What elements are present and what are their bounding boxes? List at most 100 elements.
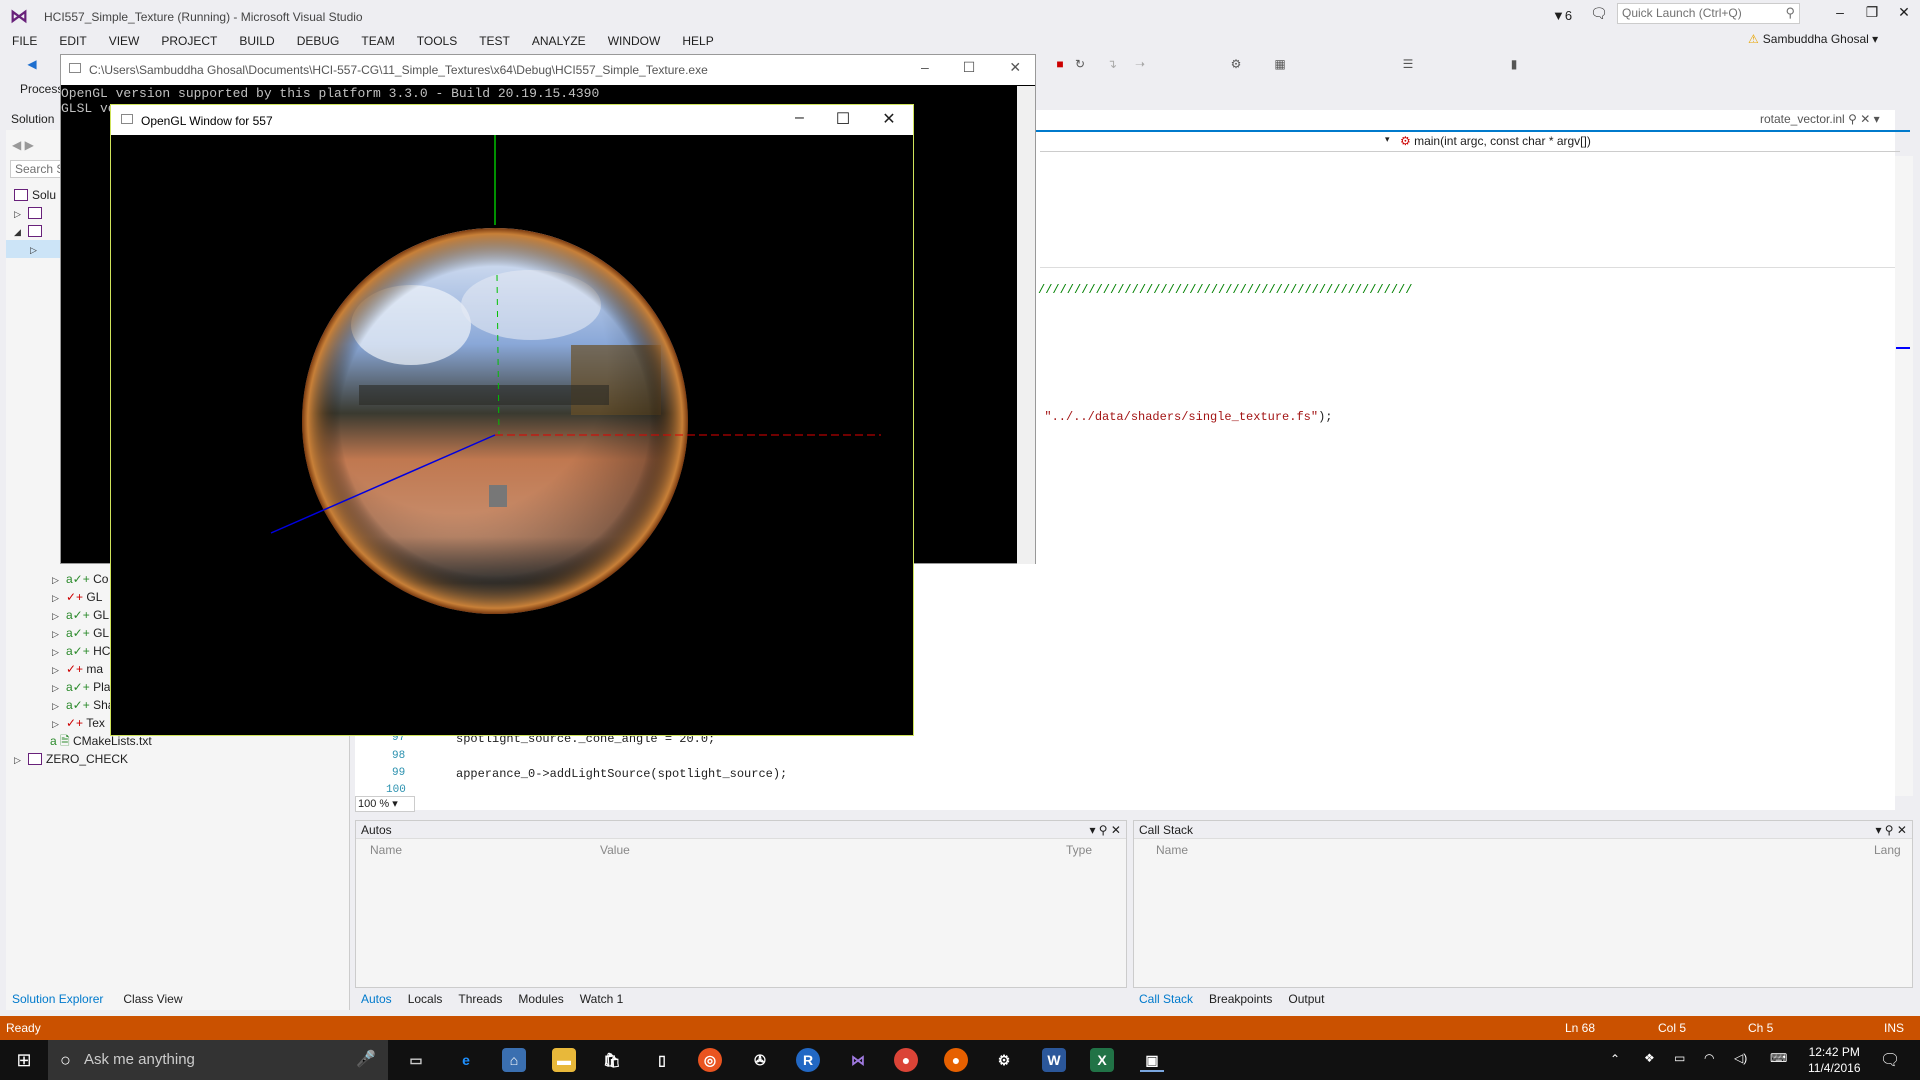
- tree-item[interactable]: ▷ a✓+ HC: [52, 642, 110, 660]
- notification-filter-icon[interactable]: ▼6: [1552, 8, 1572, 23]
- column-type[interactable]: Type: [1066, 843, 1092, 857]
- close-button[interactable]: ✕: [882, 109, 895, 129]
- opengl-render-canvas[interactable]: [111, 135, 913, 735]
- close-button[interactable]: ✕: [1009, 59, 1021, 76]
- word-icon[interactable]: W: [1042, 1048, 1066, 1072]
- tree-item[interactable]: ▷ ✓+ ma: [52, 660, 103, 678]
- network-icon[interactable]: ⌂: [502, 1048, 526, 1072]
- chrome-icon[interactable]: ●: [894, 1048, 918, 1072]
- menu-debug[interactable]: DEBUG: [285, 32, 350, 50]
- tab-modules[interactable]: Modules: [512, 990, 569, 1008]
- menu-tools[interactable]: TOOLS: [405, 32, 467, 50]
- battery-icon[interactable]: ▭: [1674, 1051, 1685, 1065]
- column-lang[interactable]: Lang: [1874, 843, 1901, 857]
- tab-breakpoints[interactable]: Breakpoints: [1203, 990, 1278, 1008]
- menu-help[interactable]: HELP: [670, 32, 723, 50]
- tree-item[interactable]: ▷ a✓+ Co: [52, 570, 108, 588]
- expand-icon[interactable]: ▷: [52, 661, 66, 679]
- menu-build[interactable]: BUILD: [227, 32, 284, 50]
- menu-test[interactable]: TEST: [467, 32, 520, 50]
- restore-button[interactable]: ❐: [1856, 4, 1888, 26]
- minimize-button[interactable]: –: [1824, 4, 1856, 26]
- expand-icon[interactable]: ▷: [52, 643, 66, 661]
- menu-team[interactable]: TEAM: [349, 32, 404, 50]
- notepad-icon[interactable]: ▯: [650, 1048, 674, 1072]
- minimize-button[interactable]: –: [921, 59, 929, 76]
- ubuntu-icon[interactable]: ◎: [698, 1048, 722, 1072]
- menu-view[interactable]: VIEW: [97, 32, 150, 50]
- wifi-icon[interactable]: ◠: [1704, 1051, 1714, 1065]
- dropbox-icon[interactable]: ❖: [1644, 1051, 1655, 1065]
- expand-icon[interactable]: ▷: [52, 715, 66, 733]
- expand-icon[interactable]: ▷: [52, 625, 66, 643]
- action-center-icon[interactable]: 🗨: [1880, 1050, 1900, 1070]
- column-value[interactable]: Value: [600, 843, 630, 857]
- expand-icon[interactable]: ▷: [52, 607, 66, 625]
- restart-icon[interactable]: ↻: [1072, 57, 1088, 73]
- tab-class-view[interactable]: Class View: [117, 990, 188, 1010]
- tree-solution-root[interactable]: Solu: [14, 186, 56, 204]
- clock[interactable]: 12:42 PM 11/4/2016: [1808, 1044, 1861, 1076]
- volume-icon[interactable]: ◁): [1734, 1051, 1747, 1065]
- memory-icon[interactable]: ▦: [1272, 57, 1288, 73]
- step-into-icon[interactable]: ↴: [1104, 57, 1120, 73]
- format-icon[interactable]: ☰: [1400, 57, 1416, 73]
- tree-item[interactable]: ▷ a✓+ GL: [52, 606, 109, 624]
- dropdown-icon[interactable]: ▾: [1385, 134, 1390, 145]
- menu-window[interactable]: WINDOW: [596, 32, 671, 50]
- opengl-window[interactable]: OpenGL Window for 557 – ☐ ✕: [110, 104, 914, 736]
- user-account[interactable]: ⚠ Sambuddha Ghosal ▾: [1748, 32, 1878, 46]
- tab-autos[interactable]: Autos: [355, 990, 398, 1008]
- nav-back-icon[interactable]: ◀ ▶: [12, 138, 34, 152]
- expand-icon[interactable]: ▷: [52, 571, 66, 589]
- windows-start-icon[interactable]: ⊞: [0, 1040, 48, 1080]
- menu-edit[interactable]: EDIT: [47, 32, 96, 50]
- firefox-icon[interactable]: ●: [944, 1048, 968, 1072]
- expand-icon[interactable]: ▷: [30, 241, 44, 259]
- diagnostics-icon[interactable]: ⚙: [1228, 57, 1244, 73]
- keyboard-icon[interactable]: ⌨: [1770, 1051, 1787, 1065]
- visual-studio-icon[interactable]: ⋈: [846, 1048, 870, 1072]
- expand-icon[interactable]: ▷: [14, 205, 28, 223]
- feedback-icon[interactable]: 🗨: [1590, 5, 1608, 22]
- tree-item[interactable]: ▷ a✓+ Sha: [52, 696, 114, 714]
- close-button[interactable]: ✕: [1888, 4, 1920, 26]
- cortana-search-box[interactable]: ○ Ask me anything 🎤: [48, 1040, 388, 1080]
- panel-controls-icon[interactable]: ▾ ⚲ ✕: [1089, 823, 1121, 837]
- file-explorer-icon[interactable]: ▬: [552, 1048, 576, 1072]
- maximize-button[interactable]: ☐: [963, 59, 976, 76]
- edge-icon[interactable]: e: [454, 1048, 478, 1072]
- task-view-icon[interactable]: ▭: [404, 1048, 428, 1072]
- chevron-up-icon[interactable]: ⌃: [1610, 1052, 1620, 1066]
- store-icon[interactable]: 🛍: [600, 1048, 624, 1072]
- console-scrollbar[interactable]: [1017, 86, 1035, 564]
- quick-launch-input[interactable]: Quick Launch (Ctrl+Q) ⚲: [1617, 3, 1800, 24]
- settings-wheel-icon[interactable]: ✇: [748, 1048, 772, 1072]
- column-name[interactable]: Name: [1156, 843, 1188, 857]
- menu-file[interactable]: FILE: [0, 32, 47, 50]
- collapse-icon[interactable]: ◢: [14, 223, 28, 241]
- editor-scrollbar[interactable]: [1895, 156, 1913, 796]
- tree-item[interactable]: ▷ a✓+ GL: [52, 624, 109, 642]
- pin-icon[interactable]: ⚲: [1848, 112, 1857, 126]
- step-over-icon[interactable]: ➝: [1132, 57, 1148, 73]
- zoom-selector[interactable]: 100 % ▾: [355, 796, 415, 812]
- tree-row[interactable]: ▷: [14, 204, 46, 222]
- tab-call-stack[interactable]: Call Stack: [1133, 990, 1199, 1008]
- menu-project[interactable]: PROJECT: [149, 32, 227, 50]
- panel-controls-icon[interactable]: ▾ ⚲ ✕: [1875, 823, 1907, 837]
- tree-item-zero-check[interactable]: ▷ ZERO_CHECK: [14, 750, 128, 768]
- back-icon[interactable]: ◀: [24, 57, 40, 73]
- dropdown-icon[interactable]: ▾: [1874, 112, 1880, 126]
- tab-locals[interactable]: Locals: [402, 990, 449, 1008]
- tree-item[interactable]: ▷ ✓+ Tex: [52, 714, 105, 732]
- menu-analyze[interactable]: ANALYZE: [520, 32, 596, 50]
- bookmark-icon[interactable]: ▮: [1506, 57, 1522, 73]
- expand-icon[interactable]: ▷: [52, 589, 66, 607]
- maximize-button[interactable]: ☐: [836, 109, 850, 129]
- tab-threads[interactable]: Threads: [452, 990, 508, 1008]
- column-name[interactable]: Name: [370, 843, 402, 857]
- minimize-button[interactable]: –: [795, 109, 804, 129]
- excel-icon[interactable]: X: [1090, 1048, 1114, 1072]
- tree-item[interactable]: ▷ a✓+ Pla: [52, 678, 110, 696]
